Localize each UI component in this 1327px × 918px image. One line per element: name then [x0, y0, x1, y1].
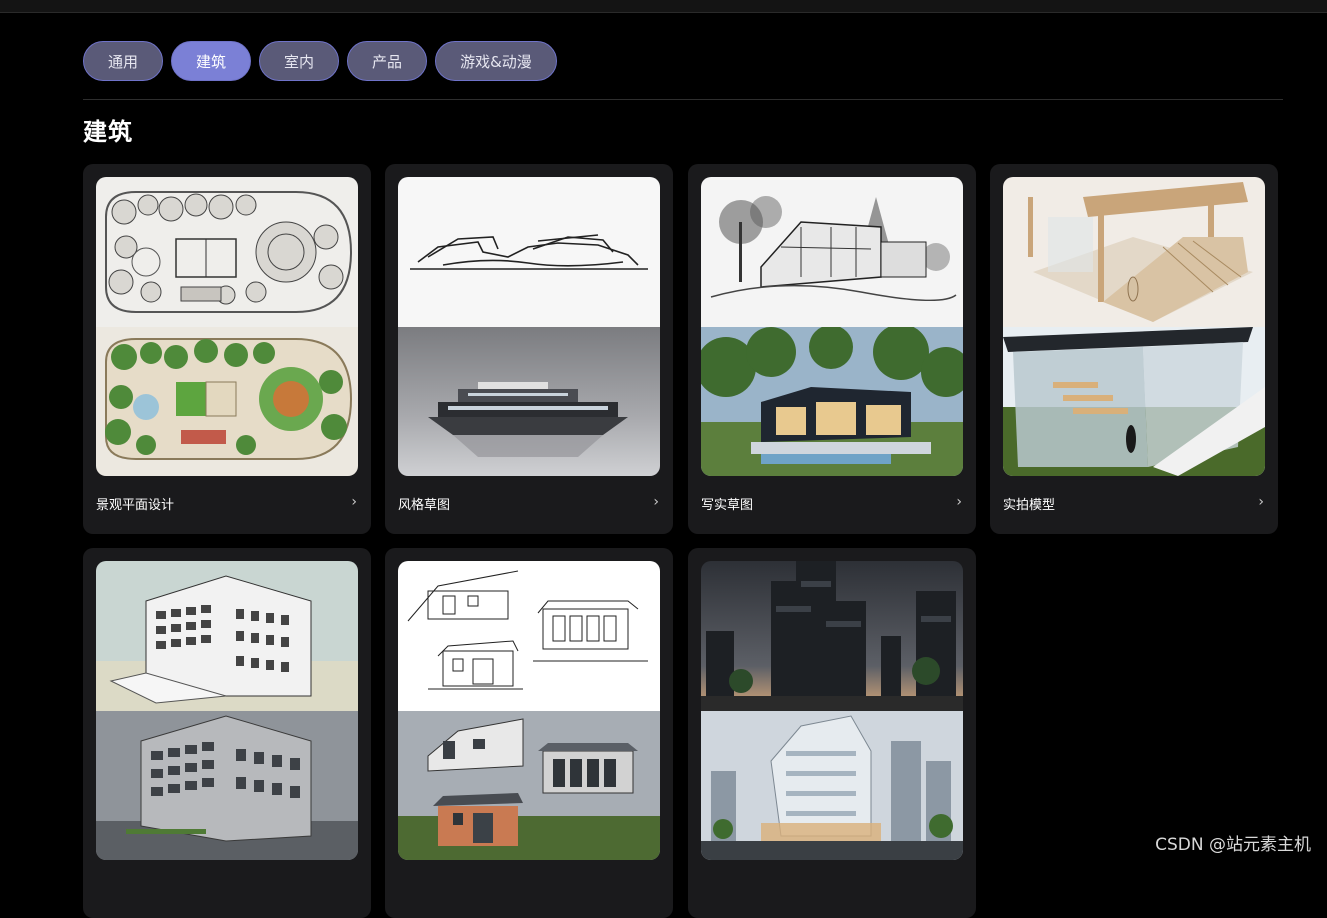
landscape-plan-color-image	[96, 327, 358, 476]
card-thumbnail	[96, 177, 358, 476]
card-label: 写实草图	[701, 494, 753, 513]
chevron-right-icon: ›	[351, 494, 357, 510]
card-label: 景观平面设计	[96, 494, 174, 513]
card-style-sketch[interactable]: 风格草图 ›	[385, 164, 673, 534]
elevation-renders-image	[398, 711, 660, 860]
city-tower-render-image	[701, 711, 963, 860]
card-realistic-sketch[interactable]: 写实草图 ›	[688, 164, 976, 534]
chevron-right-icon: ›	[956, 494, 962, 510]
physical-model-render-image	[1003, 327, 1265, 476]
divider	[83, 99, 1283, 100]
realistic-render-house-image	[701, 327, 963, 476]
building-render-image	[96, 711, 358, 860]
style-sketch-lines-image	[398, 177, 660, 327]
top-bar	[0, 0, 1327, 13]
tab-general[interactable]: 通用	[83, 41, 163, 81]
realistic-sketch-house-image	[701, 177, 963, 327]
card-thumbnail	[398, 561, 660, 860]
card-thumbnail	[96, 561, 358, 860]
card-thumbnail	[1003, 177, 1265, 476]
card-thumbnail	[701, 177, 963, 476]
watermark: CSDN @站元素主机	[1155, 830, 1311, 855]
city-towers-dusk-image	[701, 561, 963, 711]
card-label: 实拍模型	[1003, 494, 1055, 513]
tab-game-anime[interactable]: 游戏&动漫	[435, 41, 557, 81]
category-tabs: 通用 建筑 室内 产品 游戏&动漫	[83, 41, 557, 81]
landscape-plan-sketch-image	[96, 177, 358, 327]
chevron-right-icon: ›	[1258, 494, 1264, 510]
card-physical-model[interactable]: 实拍模型 ›	[990, 164, 1278, 534]
building-massing-model-image	[96, 561, 358, 711]
elevation-line-drawings-image	[398, 561, 660, 711]
chevron-right-icon: ›	[653, 494, 659, 510]
tab-product[interactable]: 产品	[347, 41, 427, 81]
card-thumbnail	[398, 177, 660, 476]
card-thumbnail	[701, 561, 963, 860]
card-landscape-plan[interactable]: 景观平面设计 ›	[83, 164, 371, 534]
style-render-building-image	[398, 327, 660, 476]
card-label: 风格草图	[398, 494, 450, 513]
tab-architecture[interactable]: 建筑	[171, 41, 251, 81]
physical-model-photo-image	[1003, 177, 1265, 327]
section-title: 建筑	[83, 112, 133, 147]
tab-interior[interactable]: 室内	[259, 41, 339, 81]
